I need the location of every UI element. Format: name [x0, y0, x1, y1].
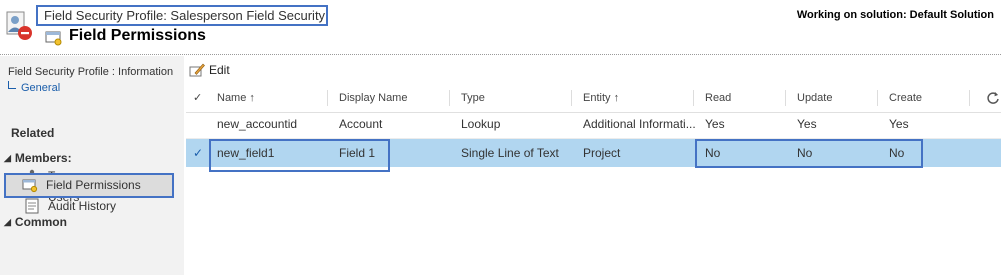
- breadcrumb[interactable]: Field Security Profile: Salesperson Fiel…: [44, 8, 325, 23]
- sidebar-item-label: Audit History: [48, 199, 117, 213]
- members-heading[interactable]: ◢ Members:: [4, 151, 72, 165]
- edit-button[interactable]: Edit: [189, 61, 230, 79]
- column-separator: [571, 90, 572, 106]
- field-permissions-icon: [45, 31, 62, 46]
- sidebar-item-field-permissions[interactable]: Field Permissions: [22, 175, 141, 195]
- sidebar-item-label: Field Permissions: [46, 178, 141, 192]
- column-separator: [969, 90, 970, 106]
- page-title: Field Permissions: [69, 27, 206, 44]
- cell-name: new_accountid: [217, 117, 298, 131]
- cell-entity: Project: [583, 146, 621, 160]
- select-all-checkbox[interactable]: ✓: [193, 84, 202, 112]
- column-header-update[interactable]: Update: [797, 84, 832, 112]
- row-checkmark-icon[interactable]: ✓: [193, 139, 203, 167]
- form-selector-label[interactable]: Field Security Profile : Information: [8, 66, 173, 78]
- cell-read: Yes: [705, 117, 725, 131]
- column-separator: [327, 90, 328, 106]
- column-separator: [877, 90, 878, 106]
- sidebar: Field Security Profile : Information Gen…: [0, 56, 184, 275]
- column-separator: [449, 90, 450, 106]
- name-highlight: [209, 139, 390, 172]
- solution-label: Working on solution: Default Solution: [796, 9, 994, 21]
- collapse-triangle-icon: ◢: [4, 217, 11, 227]
- column-header-name[interactable]: Name ↑: [217, 84, 255, 112]
- field-permissions-icon: [22, 179, 38, 193]
- sidebar-item-label: General: [21, 82, 61, 94]
- column-header-entity[interactable]: Entity ↑: [583, 84, 619, 112]
- grid-header: ✓ Name ↑ Display Name Type Entity ↑ Read…: [186, 84, 1001, 113]
- members-label: Members:: [14, 151, 72, 165]
- field-security-profile-icon: [6, 11, 32, 40]
- cell-display-name: Account: [339, 117, 383, 131]
- cell-update: Yes: [797, 117, 817, 131]
- column-header-create[interactable]: Create: [889, 84, 922, 112]
- common-heading[interactable]: ◢ Common: [4, 215, 67, 229]
- related-heading: Related: [11, 126, 55, 140]
- tree-corner-icon: [8, 81, 16, 89]
- cell-entity: Additional Informati...: [583, 117, 696, 131]
- column-header-read[interactable]: Read: [705, 84, 731, 112]
- edit-icon: [189, 63, 205, 77]
- common-label: Common: [14, 215, 67, 229]
- sidebar-item-general[interactable]: General: [8, 81, 61, 94]
- collapse-triangle-icon: ◢: [4, 153, 11, 163]
- cell-create: Yes: [889, 117, 909, 131]
- permissions-highlight: [695, 139, 923, 168]
- table-row[interactable]: new_accountid Account Lookup Additional …: [186, 110, 1001, 139]
- sidebar-item-audit-history[interactable]: Audit History: [24, 196, 116, 216]
- edit-label: Edit: [209, 63, 230, 77]
- column-separator: [785, 90, 786, 106]
- column-separator: [693, 90, 694, 106]
- cell-type: Lookup: [461, 117, 501, 131]
- audit-history-icon: [25, 198, 39, 214]
- refresh-icon[interactable]: [986, 91, 1000, 105]
- column-header-display-name[interactable]: Display Name: [339, 84, 407, 112]
- header-divider: [0, 54, 1001, 55]
- column-header-type[interactable]: Type: [461, 84, 485, 112]
- cell-type: Single Line of Text: [461, 146, 559, 160]
